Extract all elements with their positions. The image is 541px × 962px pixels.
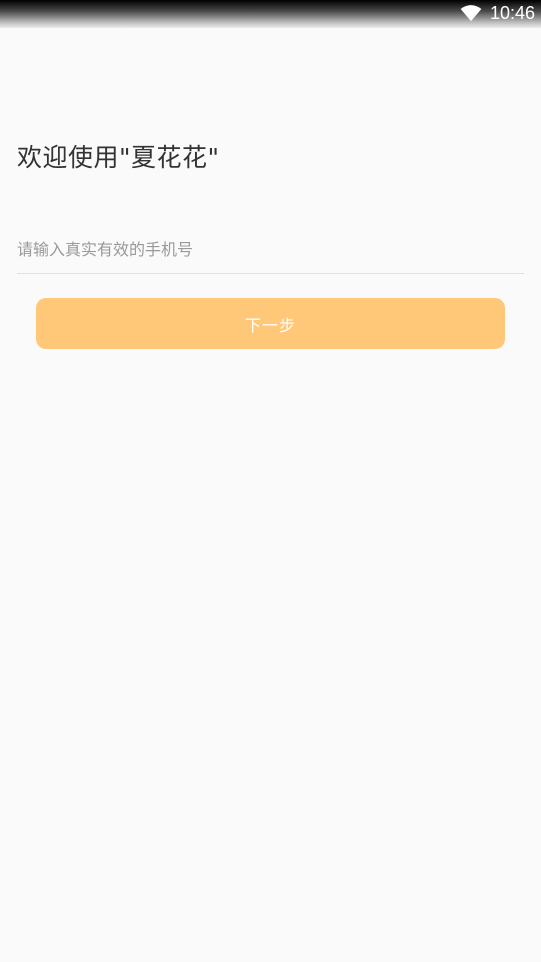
status-bar: 10:46 xyxy=(0,0,541,28)
phone-number-input[interactable] xyxy=(17,226,524,274)
next-step-button[interactable]: 下一步 xyxy=(36,298,505,349)
page-title: 欢迎使用"夏花花" xyxy=(17,143,220,172)
wifi-icon xyxy=(460,5,482,22)
status-indicators: 10:46 xyxy=(460,3,535,23)
status-clock: 10:46 xyxy=(489,3,535,23)
